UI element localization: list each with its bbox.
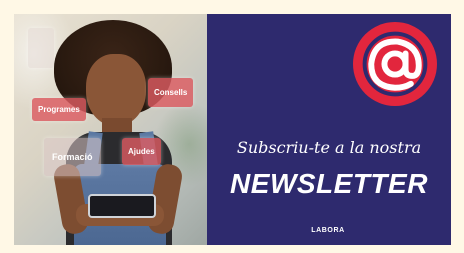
smartphone xyxy=(88,194,156,218)
newsletter-banner[interactable]: Programes Consells Ajudes Formació Subsc… xyxy=(14,14,451,245)
tag-formacio: Formació xyxy=(44,138,101,176)
woman-face xyxy=(86,54,146,126)
subscribe-script-text: Subscriu-te a la nostra xyxy=(236,138,422,157)
at-sign-glyph xyxy=(362,31,428,97)
brand-logo-text: LABORA xyxy=(311,227,345,234)
at-sign-icon xyxy=(353,22,437,106)
hero-photo: Programes Consells Ajudes Formació xyxy=(14,14,207,245)
blank-floating-tag xyxy=(28,28,54,68)
newsletter-panel: Subscriu-te a la nostra NEWSLETTER LABOR… xyxy=(207,14,451,245)
newsletter-title: NEWSLETTER xyxy=(230,168,428,199)
tag-programes: Programes xyxy=(32,98,86,121)
tag-consells: Consells xyxy=(148,78,194,107)
page-background: Programes Consells Ajudes Formació Subsc… xyxy=(0,0,464,253)
tag-ajudes: Ajudes xyxy=(122,138,161,165)
